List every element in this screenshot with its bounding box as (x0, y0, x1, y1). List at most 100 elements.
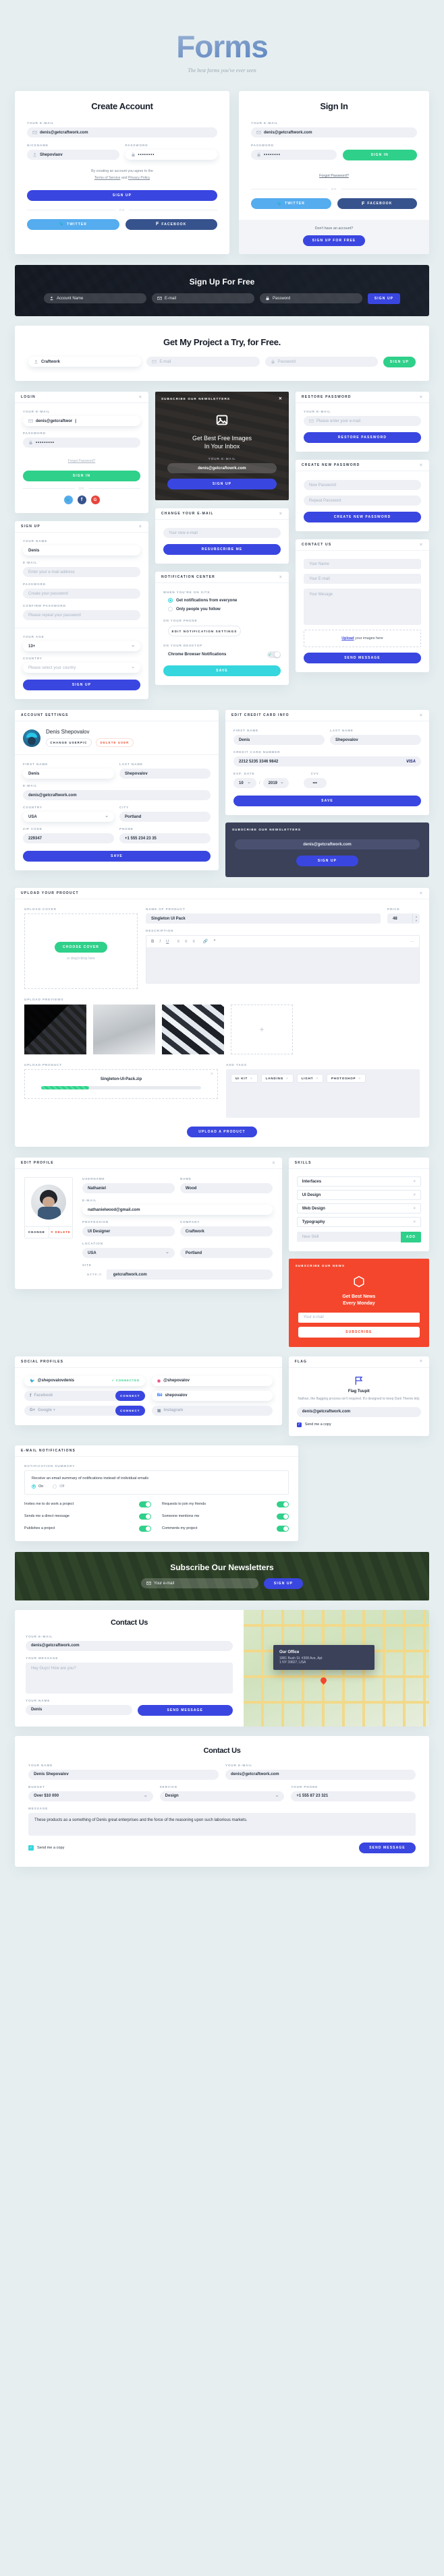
username-input[interactable]: Nathaniel (82, 1183, 175, 1193)
subscribe-red-email[interactable]: Your e-mail (298, 1312, 420, 1323)
password-input[interactable]: •••••••• (125, 150, 217, 160)
new-skill-input[interactable]: New Skill (296, 1232, 401, 1242)
cc-exp-year[interactable]: 2019 (262, 778, 289, 788)
instagram-profile-row[interactable]: ▣ Instagram (151, 1405, 273, 1416)
quote-icon[interactable]: ❞ (213, 939, 215, 944)
big-phone-input[interactable]: +1 555 87 23 321 (291, 1791, 416, 1801)
add-preview-button[interactable]: + (231, 1005, 293, 1054)
notification-toggle-row[interactable]: Comments my project (162, 1525, 289, 1532)
office-map[interactable]: Our Office 1881 Bush St. #308 Ave, Apt 1… (244, 1609, 429, 1727)
signin-password-input[interactable]: •••••••• (251, 150, 337, 160)
restore-password-button[interactable]: RESTORE PASSWORD (304, 432, 421, 443)
cc-first-input[interactable]: Denis (233, 735, 325, 745)
country-select[interactable]: USA (23, 812, 114, 822)
subscribe-hero-button[interactable]: SIGN UP (264, 1578, 303, 1590)
preview-thumb-2[interactable] (93, 1005, 155, 1054)
notification-save-button[interactable]: SAVE (163, 665, 281, 677)
newsletter-email-input[interactable]: denis@getcraftowrk.com (167, 463, 277, 474)
skill-item[interactable]: Interfaces × (296, 1176, 421, 1187)
notification-toggle-switch[interactable] (277, 1513, 289, 1520)
account-email-input[interactable]: denis@getcraftwork.com (23, 790, 211, 800)
signin-email-input[interactable]: denis@getcraftwork.com (251, 127, 417, 138)
underline-icon[interactable]: U (166, 940, 169, 944)
cc-last-input[interactable]: Shepovalov (330, 735, 421, 745)
italic-icon[interactable]: I (159, 940, 161, 944)
dribbble-profile-row[interactable]: ◉ @shepovalov (151, 1375, 273, 1386)
notification-toggle-row[interactable]: Invites me to do work a project (24, 1501, 151, 1507)
close-icon[interactable]: ✕ (279, 396, 283, 401)
login-email-input[interactable]: denis@getcraftwor | (23, 416, 140, 426)
contact-name-input[interactable]: Your Name (304, 559, 421, 569)
privacy-link[interactable]: Privacy Policy (128, 176, 150, 180)
notification-toggle-row[interactable]: Publishes a project (24, 1525, 151, 1532)
skill-item[interactable]: Typography × (296, 1217, 421, 1227)
preview-thumb-3[interactable] (162, 1005, 224, 1054)
contact-us-send-button[interactable]: SEND MESSAGE (137, 1704, 233, 1716)
zip-input[interactable]: 229347 (23, 833, 114, 843)
create-new-password-button[interactable]: CREATE NEW PASSWORD (304, 512, 421, 522)
banner-signup-button[interactable]: SIGN UP (368, 293, 400, 304)
login-signin-button[interactable]: SIGN IN (23, 471, 140, 481)
description-textarea[interactable] (146, 948, 419, 983)
change-email-input[interactable]: Your new e-mail (163, 528, 281, 539)
close-icon[interactable]: × (420, 891, 423, 896)
cc-number-input[interactable]: 2212 5235 3346 9842 VISA (233, 756, 421, 767)
google-connect-button[interactable]: CONNECT (115, 1405, 145, 1416)
signup-modal-button[interactable]: SIGN UP (23, 680, 140, 690)
signup-country-select[interactable]: Please select your country (23, 663, 140, 673)
close-icon[interactable]: × (420, 463, 423, 468)
change-userpic-button[interactable]: CHANGE USERPIC (46, 738, 92, 747)
notification-toggle-row[interactable]: Sends me a direct message (24, 1513, 151, 1520)
profession-input[interactable]: UI Designer (82, 1226, 175, 1236)
profile-name-input[interactable]: Wood (179, 1183, 273, 1193)
link-icon[interactable]: 🔗 (203, 939, 208, 944)
location-country-select[interactable]: USA (82, 1248, 175, 1258)
tags-box[interactable]: UI KIT × LANDING × LIGHT × PHOTOSHOP × (226, 1069, 420, 1118)
delete-user-button[interactable]: DELETE USER (96, 738, 134, 747)
product-name-input[interactable]: Singleton UI Pack (146, 913, 381, 924)
close-icon[interactable]: × (279, 512, 283, 516)
product-upload-zone[interactable]: × Singleton-UI-Pack.zip (24, 1069, 218, 1099)
skill-item[interactable]: Web Design × (296, 1203, 421, 1214)
add-skill-button[interactable]: ADD (401, 1232, 421, 1242)
upload-product-button[interactable]: UPLOAD A PRODUCT (187, 1127, 257, 1137)
cc-exp-month[interactable]: 10 (233, 778, 256, 788)
tag-remove-icon[interactable]: × (358, 1077, 360, 1080)
stepper-arrows[interactable]: ▲ ▼ (412, 913, 420, 924)
new-password-input[interactable]: New Password (304, 480, 421, 490)
signin-button[interactable]: SIGN IN (342, 150, 417, 160)
budget-select[interactable]: Over $10 000 (28, 1791, 153, 1801)
skill-remove-icon[interactable]: × (413, 1207, 416, 1211)
tryfree-signup-button[interactable]: SIGN UP (383, 357, 416, 367)
big-email-input[interactable]: denis@getcraftwork.com (225, 1769, 416, 1780)
behance-profile-row[interactable]: Bē shepovalov (151, 1390, 273, 1401)
dark-newsletter-email[interactable]: denis@getcraftwork.com (235, 839, 420, 849)
tag-remove-icon[interactable]: × (286, 1077, 288, 1080)
tryfree-name-input[interactable]: Craftwork (28, 357, 142, 367)
tag-chip[interactable]: LANDING × (260, 1074, 294, 1083)
cc-cvv-input[interactable]: ••• (303, 778, 327, 788)
align-right-icon[interactable]: ≡ (192, 940, 195, 944)
radio-follow[interactable]: Only people you follow (168, 607, 281, 612)
login-forgot-link[interactable]: Forgot Password? (68, 459, 96, 463)
cc-save-button[interactable]: SAVE (233, 796, 421, 806)
notification-toggle-row[interactable]: Requests to join my friends (162, 1501, 289, 1507)
facebook-connect-button[interactable]: CONNECT (115, 1390, 145, 1401)
signup-free-button[interactable]: SIGN UP FOR FREE (303, 235, 365, 246)
contact-email-input[interactable]: Your E-mail (304, 574, 421, 584)
banner-password-input[interactable]: Password (260, 293, 362, 303)
description-editor[interactable]: B I U ≡ ≡ ≡ 🔗 ❞ ··· (146, 935, 420, 984)
skill-remove-icon[interactable]: × (413, 1193, 416, 1197)
contact-send-button[interactable]: SEND MESSAGE (304, 653, 421, 663)
notification-toggle-switch[interactable] (277, 1501, 289, 1507)
contact-us-email-input[interactable]: denis@getcraftwork.com (26, 1640, 233, 1651)
big-send-copy-row[interactable]: ✓ Send me a copy (28, 1845, 64, 1851)
skill-remove-icon[interactable]: × (413, 1220, 416, 1224)
close-icon[interactable]: × (420, 395, 423, 400)
company-input[interactable]: Craftwork (179, 1226, 273, 1236)
editor-toolbar[interactable]: B I U ≡ ≡ ≡ 🔗 ❞ ··· (146, 936, 419, 948)
city-input[interactable]: Portland (119, 812, 211, 822)
notification-toggle-switch[interactable] (139, 1513, 151, 1520)
subscribe-red-button[interactable]: SUBSCRIBE (298, 1326, 420, 1338)
notification-toggle-switch[interactable] (139, 1525, 151, 1532)
